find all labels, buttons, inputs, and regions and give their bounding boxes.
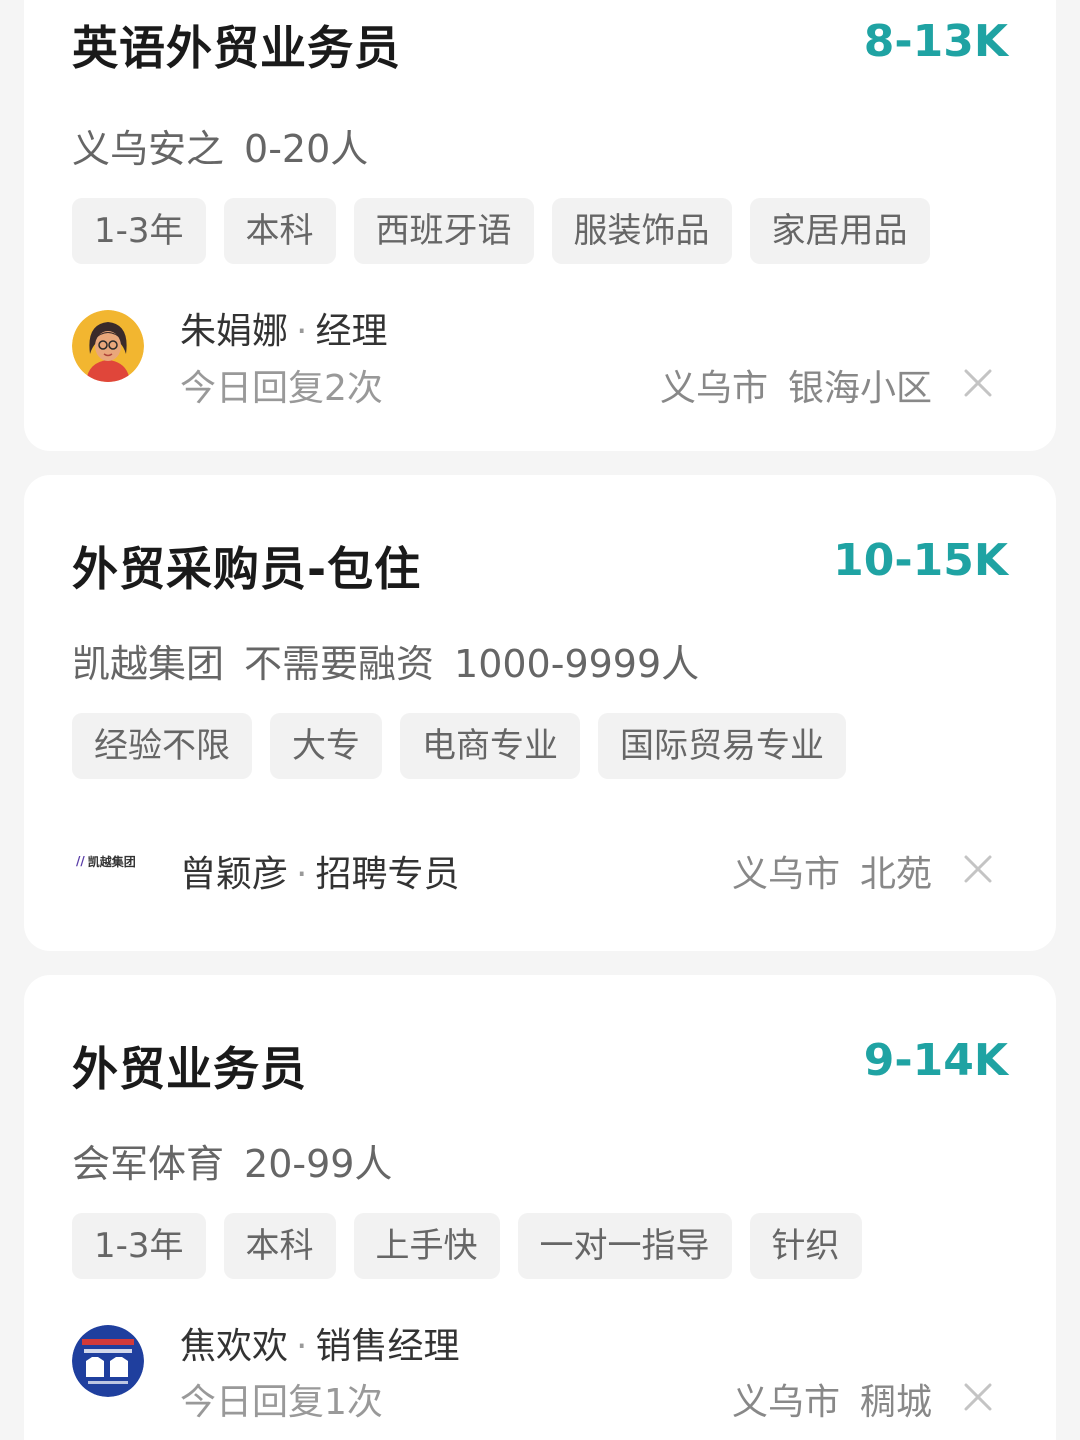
recruiter-role: 招聘专员 <box>315 854 460 895</box>
recruiter-name: 朱娟娜 <box>180 311 289 352</box>
recruiter-info: 曾颖彦 · 招聘专员 <box>180 845 459 897</box>
company-logo-icon: // 凯越集团 <box>76 851 140 871</box>
job-title: 外贸采购员-包住 <box>72 542 422 596</box>
tag: 经验不限 <box>72 713 252 779</box>
tag: 电商专业 <box>400 713 580 779</box>
location-city: 义乌市 <box>731 854 840 895</box>
recruiter-name: 曾颖彦 <box>180 854 289 895</box>
job-title: 外贸业务员 <box>72 1042 307 1096</box>
job-card[interactable]: 英语外贸业务员 8-13K 义乌安之 0-20人 1-3年 本科 西班牙语 服装饰… <box>24 0 1056 451</box>
recruiter-info: 朱娟娜 · 经理 <box>180 302 387 354</box>
company-name: 会军体育 <box>72 1142 225 1186</box>
tag: 一对一指导 <box>517 1213 732 1279</box>
close-icon[interactable] <box>962 1381 994 1413</box>
company-name: 凯越集团 <box>72 642 225 686</box>
company-size: 0-20人 <box>244 127 369 171</box>
location-area: 银海小区 <box>787 368 932 409</box>
job-list: 英语外贸业务员 8-13K 义乌安之 0-20人 1-3年 本科 西班牙语 服装饰… <box>0 0 1080 1440</box>
tag: 西班牙语 <box>353 198 534 264</box>
funding-stage: 不需要融资 <box>244 642 435 686</box>
separator-dot: · <box>296 1326 308 1367</box>
reply-status: 今日回复1次 <box>180 1382 383 1423</box>
separator-dot: · <box>296 311 308 352</box>
recruiter-role: 销售经理 <box>315 1326 460 1367</box>
tag: 针织 <box>749 1213 862 1279</box>
recruiter-role: 经理 <box>315 311 388 352</box>
location-city: 义乌市 <box>659 368 768 409</box>
salary: 8-13K <box>863 16 1008 67</box>
tag: 上手快 <box>353 1213 500 1279</box>
salary: 10-15K <box>833 535 1008 586</box>
location-area: 稠城 <box>859 1382 932 1423</box>
tag-list: 1-3年 本科 上手快 一对一指导 针织 <box>72 1213 862 1279</box>
logo-text: 凯越集团 <box>87 854 136 869</box>
salary: 9-14K <box>863 1035 1008 1086</box>
location-area: 北苑 <box>859 854 932 895</box>
tag-list: 经验不限 大专 电商专业 国际贸易专业 <box>72 713 846 779</box>
reply-status: 今日回复2次 <box>180 368 383 409</box>
tag: 本科 <box>223 198 336 264</box>
tag: 服装饰品 <box>551 198 732 264</box>
job-card[interactable]: 外贸采购员-包住 10-15K 凯越集团 不需要融资 1000-9999人 经验不限… <box>24 475 1056 951</box>
tag: 1-3年 <box>72 1213 206 1279</box>
logo-stripes-icon: // <box>76 854 85 868</box>
recruiter-name: 焦欢欢 <box>180 1326 289 1367</box>
job-card[interactable]: 外贸业务员 9-14K 会军体育 20-99人 1-3年 本科 上手快 一对一指导… <box>24 975 1056 1440</box>
company-info: 凯越集团 不需要融资 1000-9999人 <box>72 633 699 688</box>
close-icon[interactable] <box>962 367 994 399</box>
company-size: 20-99人 <box>244 1142 393 1186</box>
company-info: 会军体育 20-99人 <box>72 1133 392 1188</box>
close-icon[interactable] <box>962 853 994 885</box>
tag: 国际贸易专业 <box>598 713 846 779</box>
job-location: 义乌市 稠城 <box>732 1373 932 1425</box>
company-size: 1000-9999人 <box>454 642 700 686</box>
job-location: 义乌市 北苑 <box>732 845 932 897</box>
separator-dot: · <box>296 854 308 895</box>
woman-avatar-icon <box>72 310 144 382</box>
job-location: 义乌市 银海小区 <box>660 359 932 411</box>
tag: 本科 <box>223 1213 336 1279</box>
tag: 1-3年 <box>72 198 206 264</box>
job-title: 英语外贸业务员 <box>72 21 401 75</box>
tag: 大专 <box>270 713 382 779</box>
recruiter-info: 焦欢欢 · 销售经理 <box>180 1317 459 1369</box>
shirt-shop-avatar-icon <box>72 1325 144 1397</box>
company-info: 义乌安之 0-20人 <box>72 118 368 173</box>
tag: 家居用品 <box>749 198 930 264</box>
location-city: 义乌市 <box>731 1382 840 1423</box>
company-name: 义乌安之 <box>72 127 225 171</box>
tag-list: 1-3年 本科 西班牙语 服装饰品 家居用品 <box>72 198 930 264</box>
